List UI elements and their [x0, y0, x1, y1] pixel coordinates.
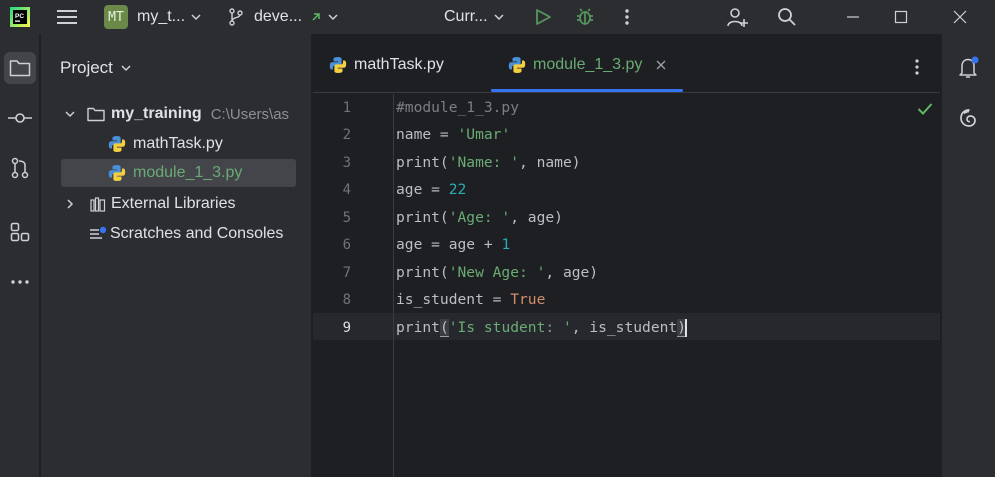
code-line[interactable]: print('Is student: ', is_student): [396, 319, 687, 337]
tree-file-mathtask[interactable]: mathTask.py: [41, 130, 311, 158]
left-tool-strip: [0, 34, 40, 477]
python-file-icon: [329, 56, 347, 74]
active-tab-indicator: [491, 89, 683, 92]
app-logo-icon[interactable]: PC: [10, 0, 30, 34]
title-bar: PC MT my_t... deve... Curr...: [0, 0, 995, 34]
python-file-icon: [508, 56, 526, 74]
tree-label: External Libraries: [111, 195, 236, 212]
python-file-icon: [108, 164, 126, 182]
code-line[interactable]: age = age + 1: [396, 236, 510, 253]
no-problems-check-icon[interactable]: [917, 102, 933, 116]
folder-icon: [87, 107, 105, 121]
chevron-right-icon: [67, 199, 74, 209]
project-panel-title: Project: [60, 58, 113, 77]
code-line[interactable]: print('Name: ', name): [396, 154, 581, 171]
run-config-selector[interactable]: Curr...: [444, 0, 504, 34]
tab-label: mathTask.py: [354, 56, 444, 73]
code-editor[interactable]: #module_1_3.py name = 'Umar' print('Name…: [395, 94, 940, 477]
project-badge: MT: [104, 5, 128, 29]
close-tab-icon[interactable]: [656, 60, 666, 70]
branch-name: deve...: [254, 8, 303, 25]
line-number: 2: [342, 127, 351, 143]
line-number: 4: [342, 182, 351, 198]
notifications-icon[interactable]: [953, 52, 985, 84]
chevron-down-icon: [494, 14, 504, 21]
tab-label: module_1_3.py: [533, 56, 643, 73]
line-number: 8: [342, 292, 351, 308]
chevron-down-icon: [121, 65, 131, 72]
more-actions-icon[interactable]: [614, 4, 640, 30]
line-number-gutter: 1 2 3 4 5 6 7 8 9: [313, 94, 394, 477]
run-config-label: Curr...: [444, 8, 488, 25]
tree-label: Scratches and Consoles: [110, 225, 284, 242]
root-folder-path: C:\Users\as: [210, 105, 290, 123]
pull-requests-icon[interactable]: [4, 152, 36, 184]
line-number: 3: [342, 155, 351, 171]
ai-assistant-icon[interactable]: [953, 102, 985, 134]
tree-root-my-training[interactable]: my_training C:\Users\as: [41, 100, 311, 128]
line-number: 1: [342, 100, 351, 116]
code-line[interactable]: is_student = True: [396, 291, 545, 308]
python-file-icon: [108, 135, 126, 153]
line-number: 7: [342, 265, 351, 281]
chevron-down-icon: [328, 14, 338, 21]
main-menu-icon[interactable]: [57, 0, 77, 34]
minimize-icon[interactable]: [840, 4, 866, 30]
code-line[interactable]: name = 'Umar': [396, 126, 510, 143]
project-panel: Project my_training C:\Users\as mathTask…: [41, 34, 312, 477]
structure-tool-icon[interactable]: [4, 216, 36, 248]
text-caret: [684, 319, 687, 337]
line-number-current: 9: [342, 320, 351, 336]
file-label: mathTask.py: [133, 135, 223, 152]
tree-scratches-consoles[interactable]: Scratches and Consoles: [41, 220, 311, 248]
chevron-down-icon: [65, 111, 75, 118]
editor-tab-bar: mathTask.py module_1_3.py: [313, 34, 940, 93]
vcs-branch-widget[interactable]: deve...: [228, 0, 338, 34]
project-name: my_t...: [137, 8, 186, 25]
file-label: module_1_3.py: [133, 164, 243, 181]
debug-icon[interactable]: [572, 4, 598, 30]
line-number: 5: [342, 210, 351, 226]
add-user-icon[interactable]: [724, 4, 750, 30]
search-icon[interactable]: [774, 4, 800, 30]
code-line[interactable]: age = 22: [396, 181, 466, 198]
git-branch-icon: [229, 8, 243, 26]
root-folder-name: my_training: [111, 105, 202, 122]
tab-options-icon[interactable]: [915, 59, 919, 80]
maximize-icon[interactable]: [888, 4, 914, 30]
incoming-arrow-icon: [312, 13, 320, 21]
tree-external-libraries[interactable]: External Libraries: [41, 190, 311, 218]
library-icon: [90, 197, 106, 212]
right-tool-strip: [941, 34, 995, 477]
svg-text:PC: PC: [15, 13, 24, 20]
close-icon[interactable]: [947, 4, 973, 30]
chevron-down-icon: [191, 14, 201, 21]
project-tool-icon[interactable]: [4, 52, 36, 84]
tab-module-1-3[interactable]: module_1_3.py: [508, 56, 666, 74]
code-line[interactable]: #module_1_3.py: [396, 99, 519, 116]
commit-tool-icon[interactable]: [4, 102, 36, 134]
tree-file-module-1-3[interactable]: module_1_3.py: [61, 159, 296, 187]
code-line[interactable]: print('New Age: ', age): [396, 264, 598, 281]
line-number: 6: [342, 237, 351, 253]
run-icon[interactable]: [530, 4, 556, 30]
code-line[interactable]: print('Age: ', age): [396, 209, 563, 226]
project-panel-header[interactable]: Project: [60, 58, 131, 78]
tab-mathtask[interactable]: mathTask.py: [329, 56, 444, 74]
project-switcher[interactable]: MT my_t...: [104, 0, 201, 34]
scratches-icon: [90, 226, 107, 239]
more-tools-icon[interactable]: [4, 266, 36, 298]
